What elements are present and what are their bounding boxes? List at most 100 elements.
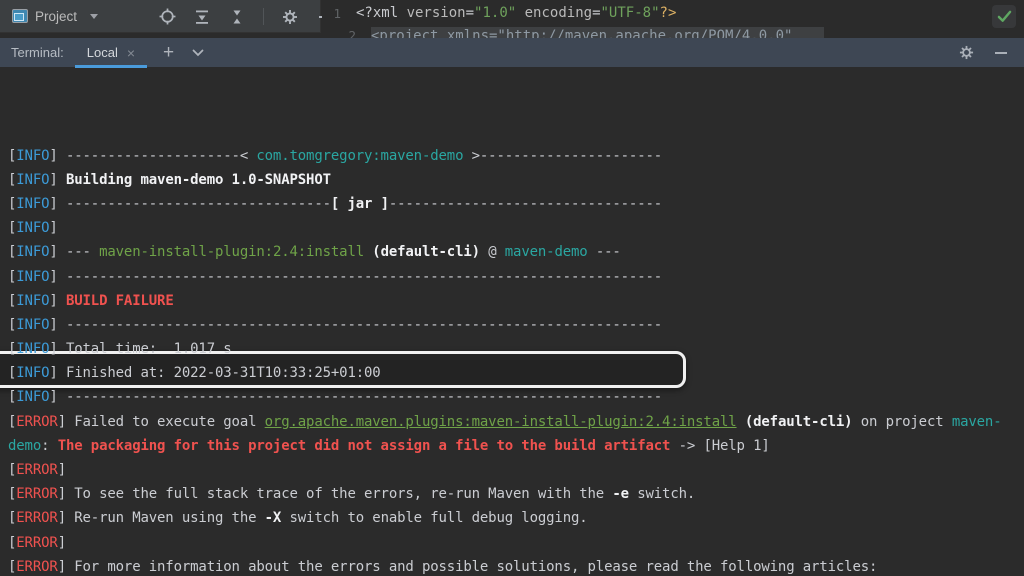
- terminal-text: ]: [49, 220, 57, 236]
- terminal-text: on project: [852, 414, 951, 430]
- terminal-text: maven-install-plugin:2.4:install: [99, 244, 364, 260]
- code-token: <?xml: [356, 5, 407, 21]
- terminal-line: [ERROR] To see the full stack trace of t…: [8, 482, 1024, 506]
- hide-terminal-icon[interactable]: [992, 44, 1010, 62]
- terminal-text: ERROR: [16, 414, 57, 430]
- terminal-text: ERROR: [16, 559, 57, 575]
- terminal-label: Terminal:: [0, 45, 64, 60]
- new-terminal-session-icon[interactable]: +: [163, 43, 174, 62]
- terminal-text: Building maven-demo 1.0-SNAPSHOT: [66, 172, 331, 188]
- code-token: =: [592, 5, 600, 21]
- terminal-text: ] Finished at: 2022-03-31T10:33:25+01:00: [49, 365, 380, 381]
- expand-all-icon[interactable]: [193, 8, 211, 26]
- terminal-text: ERROR: [16, 510, 57, 526]
- terminal-line: [INFO] Finished at: 2022-03-31T10:33:25+…: [8, 361, 1024, 385]
- terminal-text: ]: [58, 535, 66, 551]
- inspections-status-widget[interactable]: [992, 5, 1016, 28]
- terminal-text: ---: [588, 244, 621, 260]
- terminal-text: BUILD FAILURE: [66, 293, 174, 309]
- terminal-line: [INFO]: [8, 216, 1024, 240]
- terminal-line: [INFO] Total time: 1.017 s: [8, 337, 1024, 361]
- project-view-selector[interactable]: Project: [0, 0, 106, 32]
- terminal-text: (default-cli): [372, 244, 480, 260]
- terminal-text: ] --------------------------------------…: [49, 317, 662, 333]
- terminal-line: [INFO] --- maven-install-plugin:2.4:inst…: [8, 240, 1024, 264]
- terminal-line: [INFO] Building maven-demo 1.0-SNAPSHOT: [8, 168, 1024, 192]
- terminal-output[interactable]: [INFO] ---------------------< com.tomgre…: [0, 68, 1024, 576]
- terminal-text: INFO: [16, 196, 49, 212]
- terminal-sessions-dropdown-icon[interactable]: [192, 49, 204, 57]
- terminal-text: :: [41, 438, 58, 454]
- code-token: "1.0": [474, 5, 516, 21]
- terminal-text: INFO: [16, 244, 49, 260]
- code-token: =: [466, 5, 474, 21]
- project-panel-header: Project: [0, 0, 321, 33]
- terminal-text: ]: [49, 293, 66, 309]
- terminal-line: [INFO] ---------------------------------…: [8, 313, 1024, 337]
- terminal-text: -X: [265, 510, 282, 526]
- collapse-all-icon[interactable]: [228, 8, 246, 26]
- project-panel-title: Project: [35, 9, 77, 24]
- terminal-text: [ jar ]: [331, 196, 389, 212]
- editor-line-1: 1 <?xml version="1.0" encoding="UTF-8"?>: [322, 4, 676, 23]
- terminal-text: [737, 414, 745, 430]
- terminal-text: -e: [612, 486, 629, 502]
- terminal-text: INFO: [16, 172, 49, 188]
- project-tool-window-icon: [12, 9, 28, 23]
- terminal-toolbar: Terminal: Local × +: [0, 38, 1024, 68]
- terminal-text: ] --------------------------------------…: [49, 269, 662, 285]
- terminal-line: [INFO] ---------------------------------…: [8, 265, 1024, 289]
- code-token: ?>: [660, 5, 677, 21]
- terminal-text: INFO: [16, 341, 49, 357]
- chevron-down-icon: [90, 14, 98, 19]
- close-tab-icon[interactable]: ×: [127, 46, 135, 60]
- terminal-text: INFO: [16, 317, 49, 333]
- ide-window: Project: [0, 0, 1024, 576]
- terminal-line: [ERROR] Re-run Maven using the -X switch…: [8, 506, 1024, 530]
- terminal-text: INFO: [16, 389, 49, 405]
- code-token: [516, 5, 524, 21]
- terminal-text: com.tomgregory:maven-demo: [256, 148, 463, 164]
- terminal-text: ]: [58, 462, 66, 478]
- terminal-line: [INFO] ---------------------------------…: [8, 385, 1024, 409]
- terminal-line: demo: The packaging for this project did…: [8, 434, 1024, 458]
- terminal-text: (default-cli): [745, 414, 853, 430]
- terminal-text: ]: [49, 172, 66, 188]
- terminal-text: @: [480, 244, 505, 260]
- terminal-line: [INFO] ---------------------< com.tomgre…: [8, 144, 1024, 168]
- terminal-text: ] Total time: 1.017 s: [49, 341, 231, 357]
- editor-pane[interactable]: 1 <?xml version="1.0" encoding="UTF-8"?>…: [322, 0, 1024, 38]
- terminal-text: maven-demo: [505, 244, 588, 260]
- code-token: encoding: [525, 5, 592, 21]
- terminal-line: [ERROR]: [8, 458, 1024, 482]
- line-number: 1: [322, 4, 356, 23]
- terminal-text: ] --------------------------------------…: [49, 389, 662, 405]
- terminal-text: ] Re-run Maven using the: [58, 510, 265, 526]
- terminal-line: [INFO] --------------------------------[…: [8, 192, 1024, 216]
- terminal-text: INFO: [16, 148, 49, 164]
- terminal-text: INFO: [16, 365, 49, 381]
- terminal-text: >----------------------: [463, 148, 662, 164]
- terminal-text: ---------------------------------: [389, 196, 662, 212]
- terminal-line: [ERROR] Failed to execute goal org.apach…: [8, 410, 1024, 434]
- check-icon: [997, 10, 1012, 23]
- terminal-text: INFO: [16, 269, 49, 285]
- terminal-text: ERROR: [16, 486, 57, 502]
- toolbar-separator: [263, 8, 264, 25]
- terminal-line: [INFO] BUILD FAILURE: [8, 289, 1024, 313]
- terminal-line: [ERROR] For more information about the e…: [8, 555, 1024, 576]
- terminal-text: ERROR: [16, 535, 57, 551]
- terminal-text: switch.: [629, 486, 695, 502]
- terminal-tab-local[interactable]: Local ×: [75, 38, 147, 68]
- terminal-text: INFO: [16, 293, 49, 309]
- terminal-text: ] For more information about the errors …: [58, 559, 878, 575]
- terminal-text: org.apache.maven.plugins:maven-install-p…: [265, 414, 737, 430]
- terminal-settings-gear-icon[interactable]: [957, 44, 975, 62]
- locate-file-icon[interactable]: [158, 8, 176, 26]
- terminal-text: The packaging for this project did not a…: [58, 438, 671, 454]
- terminal-text: -> [Help 1]: [670, 438, 769, 454]
- terminal-text: INFO: [16, 220, 49, 236]
- gear-icon[interactable]: [281, 8, 299, 26]
- terminal-text: ] To see the full stack trace of the err…: [58, 486, 613, 502]
- terminal-text: ERROR: [16, 462, 57, 478]
